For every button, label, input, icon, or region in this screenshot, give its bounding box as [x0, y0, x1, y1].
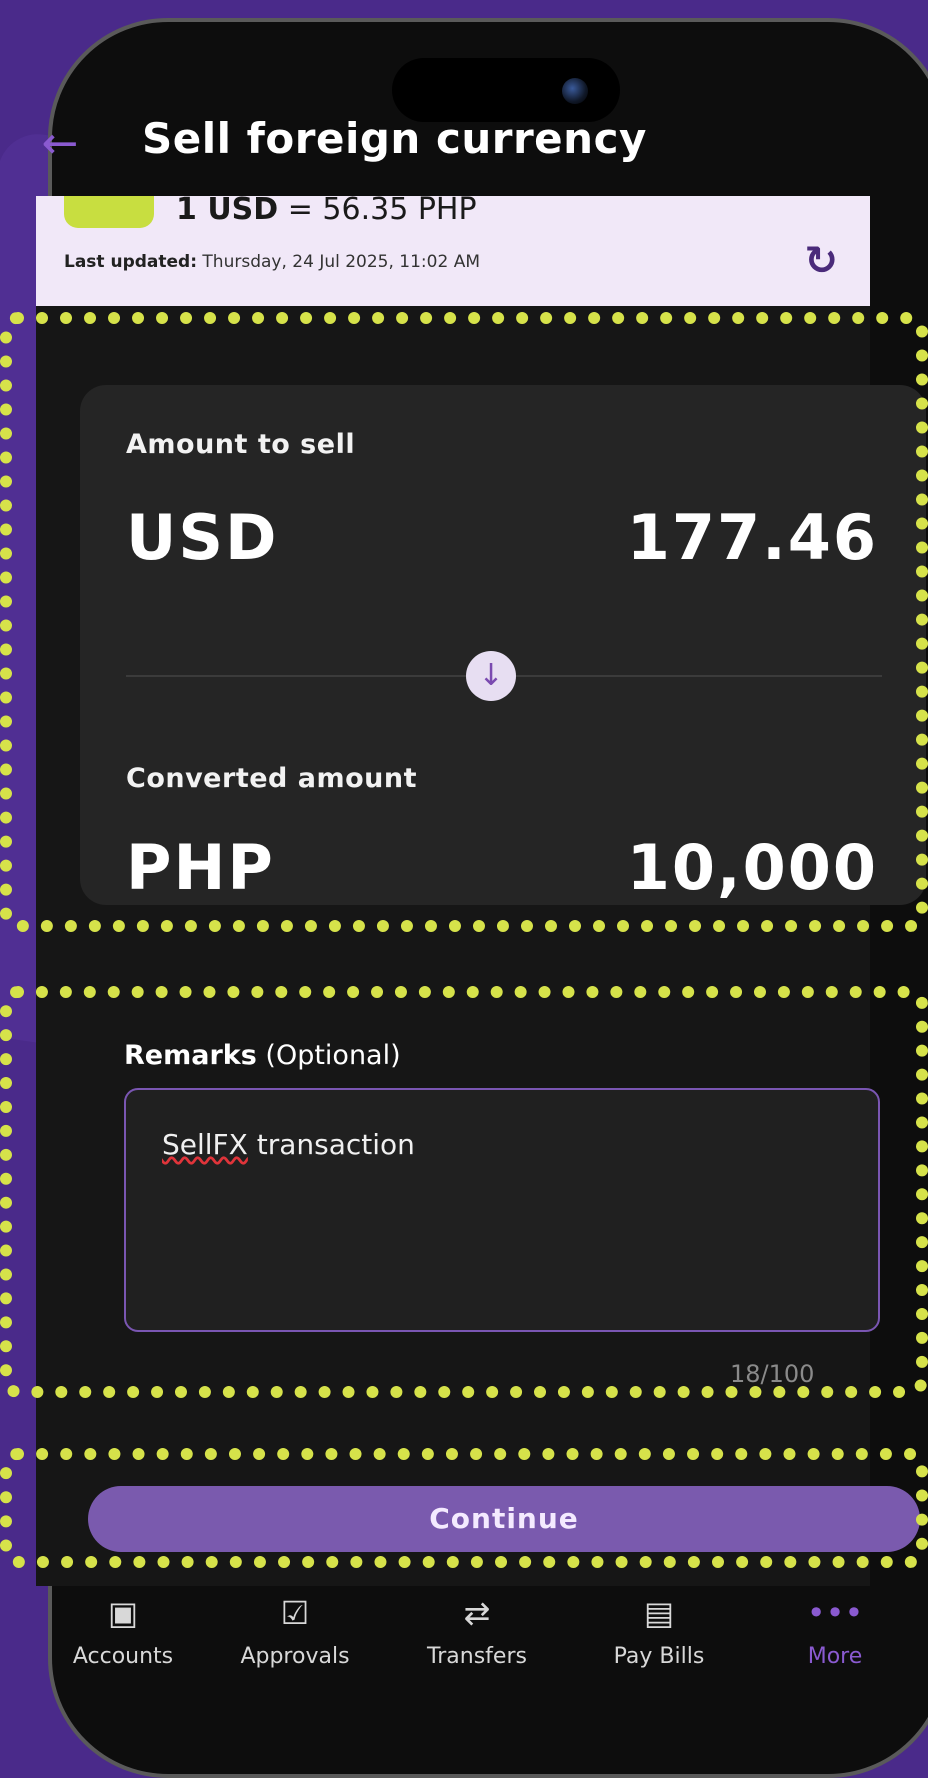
app-header: ← Sell foreign currency: [0, 100, 928, 200]
pay-bills-icon: ▤: [643, 1594, 675, 1632]
exchange-rate-panel: 1 USD = 56.35 PHP Last updated: Thursday…: [36, 196, 870, 306]
nav-label: Approvals: [240, 1644, 350, 1669]
nav-item-transfers[interactable]: ⇄ Transfers: [402, 1588, 552, 1669]
currency-flag-icon: [64, 196, 154, 228]
nav-item-pay-bills[interactable]: ▤ Pay Bills: [584, 1588, 734, 1669]
last-updated-value: Thursday, 24 Jul 2025, 11:02 AM: [202, 252, 480, 272]
exchange-rate: 1 USD = 56.35 PHP: [176, 196, 477, 227]
rate-base: 1 USD: [176, 196, 279, 227]
bottom-nav: ▣ Accounts ☑ Approvals ⇄ Transfers ▤ Pay…: [48, 1588, 928, 1698]
nav-label: Accounts: [72, 1644, 174, 1669]
nav-item-approvals[interactable]: ☑ Approvals: [220, 1588, 370, 1669]
nav-item-accounts[interactable]: ▣ Accounts: [48, 1588, 198, 1669]
transfers-icon: ⇄: [463, 1594, 491, 1632]
more-icon: •••: [806, 1594, 864, 1632]
accounts-icon: ▣: [107, 1594, 139, 1632]
nav-item-more[interactable]: ••• More: [760, 1588, 910, 1669]
rate-equals: = 56.35 PHP: [287, 196, 477, 227]
highlight-amounts: [0, 312, 928, 932]
nav-label: Pay Bills: [613, 1644, 705, 1669]
highlight-remarks: [0, 986, 928, 1398]
nav-label: More: [807, 1644, 863, 1669]
refresh-icon[interactable]: ↻: [804, 238, 838, 284]
highlight-continue: [0, 1448, 928, 1568]
last-updated-label: Last updated:: [64, 252, 198, 272]
page-title: Sell foreign currency: [142, 114, 647, 163]
back-arrow-icon[interactable]: ←: [36, 120, 84, 168]
last-updated: Last updated: Thursday, 24 Jul 2025, 11:…: [64, 252, 480, 272]
approvals-icon: ☑: [280, 1594, 310, 1632]
nav-label: Transfers: [427, 1644, 527, 1669]
